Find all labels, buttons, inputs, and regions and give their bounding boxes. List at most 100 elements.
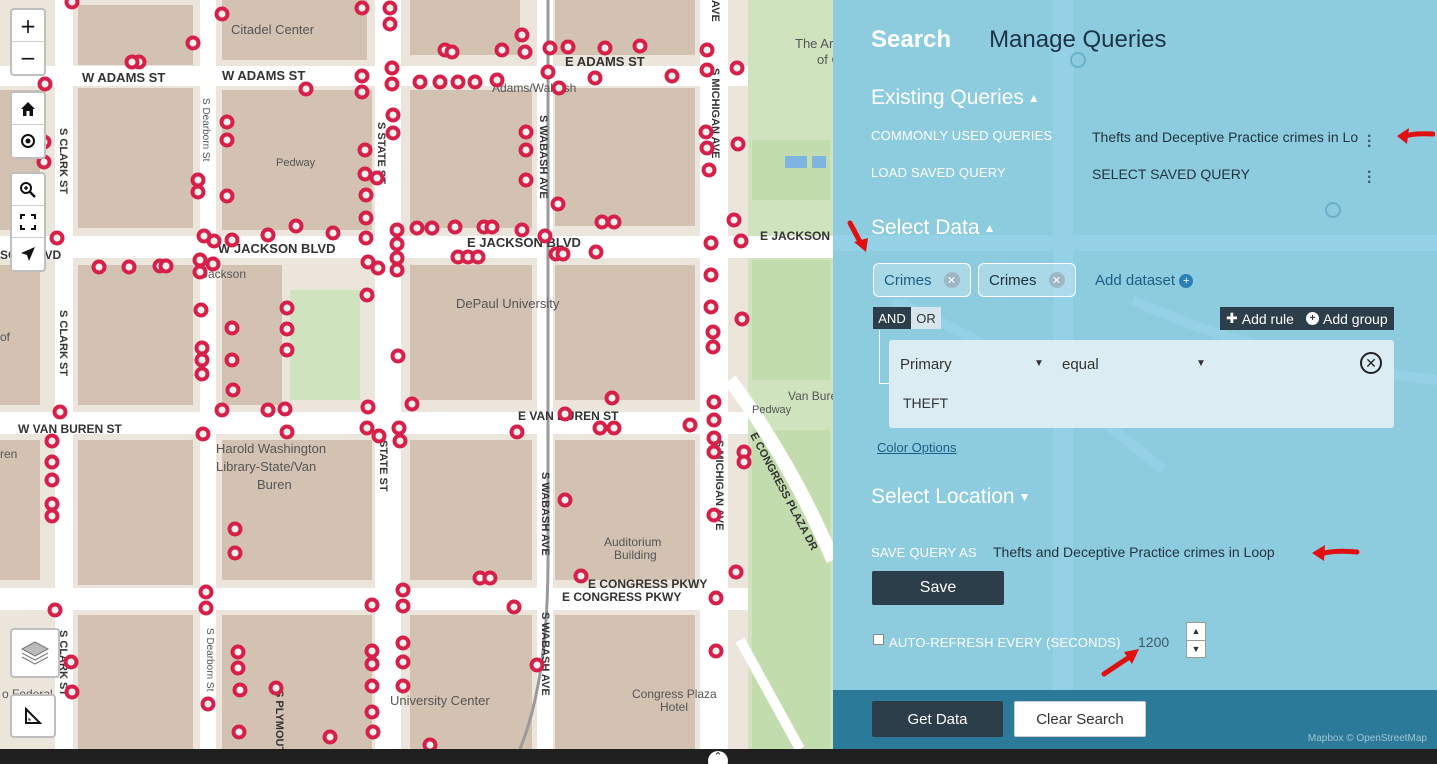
crime-marker[interactable] bbox=[365, 724, 381, 740]
crime-marker[interactable] bbox=[224, 232, 240, 248]
add-group-button[interactable]: + Add group bbox=[1300, 307, 1394, 330]
crime-marker[interactable] bbox=[470, 249, 486, 265]
crime-marker[interactable] bbox=[726, 212, 742, 228]
crime-marker[interactable] bbox=[390, 348, 406, 364]
crime-marker[interactable] bbox=[592, 420, 608, 436]
crime-marker[interactable] bbox=[550, 196, 566, 212]
auto-refresh-checkbox[interactable] bbox=[873, 634, 884, 645]
and-toggle[interactable]: AND bbox=[873, 307, 911, 329]
crime-marker[interactable] bbox=[91, 259, 107, 275]
crime-marker[interactable] bbox=[467, 74, 483, 90]
commonly-used-select[interactable]: Thefts and Deceptive Practice crimes in … bbox=[1092, 129, 1382, 145]
crime-marker[interactable] bbox=[44, 454, 60, 470]
crime-marker[interactable] bbox=[232, 682, 248, 698]
crime-marker[interactable] bbox=[360, 399, 376, 415]
crime-marker[interactable] bbox=[369, 170, 385, 186]
save-button[interactable]: Save bbox=[872, 571, 1004, 605]
crime-marker[interactable] bbox=[540, 64, 556, 80]
crime-marker[interactable] bbox=[389, 236, 405, 252]
crime-marker[interactable] bbox=[192, 252, 208, 268]
crime-marker[interactable] bbox=[594, 214, 610, 230]
crime-marker[interactable] bbox=[64, 0, 80, 10]
crime-marker[interactable] bbox=[489, 72, 505, 88]
crime-marker[interactable] bbox=[364, 704, 380, 720]
crime-marker[interactable] bbox=[44, 508, 60, 524]
crime-marker[interactable] bbox=[384, 60, 400, 76]
crime-marker[interactable] bbox=[354, 0, 370, 16]
crime-marker[interactable] bbox=[227, 521, 243, 537]
add-rule-button[interactable]: ✚ Add rule bbox=[1220, 307, 1300, 330]
rule-field-select[interactable]: Primary bbox=[900, 356, 952, 373]
crime-marker[interactable] bbox=[422, 737, 438, 750]
zoom-out-button[interactable]: − bbox=[12, 42, 44, 74]
crime-marker[interactable] bbox=[279, 321, 295, 337]
or-toggle[interactable]: OR bbox=[911, 307, 941, 329]
crime-marker[interactable] bbox=[706, 412, 722, 428]
crime-marker[interactable] bbox=[288, 218, 304, 234]
tab-manage-queries[interactable]: Manage Queries bbox=[989, 26, 1166, 54]
crime-marker[interactable] bbox=[555, 246, 571, 262]
crime-marker[interactable] bbox=[370, 260, 386, 276]
clear-search-button[interactable]: Clear Search bbox=[1014, 701, 1146, 737]
crime-marker[interactable] bbox=[701, 162, 717, 178]
crime-marker[interactable] bbox=[194, 366, 210, 382]
crime-marker[interactable] bbox=[192, 264, 208, 280]
crime-marker[interactable] bbox=[604, 390, 620, 406]
crime-marker[interactable] bbox=[587, 70, 603, 86]
crime-marker[interactable] bbox=[606, 420, 622, 436]
rule-value-input[interactable]: THEFT bbox=[903, 395, 948, 411]
crime-marker[interactable] bbox=[705, 324, 721, 340]
crime-marker[interactable] bbox=[225, 382, 241, 398]
crime-marker[interactable] bbox=[728, 564, 744, 580]
crime-marker[interactable] bbox=[395, 678, 411, 694]
crime-marker[interactable] bbox=[395, 654, 411, 670]
crime-marker[interactable] bbox=[385, 107, 401, 123]
expand-chevron-icon[interactable]: ⌃ bbox=[708, 751, 728, 764]
crime-marker[interactable] bbox=[325, 225, 341, 241]
crime-marker[interactable] bbox=[389, 250, 405, 266]
crime-marker[interactable] bbox=[506, 599, 522, 615]
crime-marker[interactable] bbox=[557, 406, 573, 422]
crime-marker[interactable] bbox=[205, 256, 221, 272]
crime-marker[interactable] bbox=[200, 696, 216, 712]
crime-marker[interactable] bbox=[518, 124, 534, 140]
crime-marker[interactable] bbox=[632, 38, 648, 54]
rule-operator-select[interactable]: equal bbox=[1062, 356, 1099, 373]
crime-marker[interactable] bbox=[699, 62, 715, 78]
crime-marker[interactable] bbox=[354, 84, 370, 100]
crime-marker[interactable] bbox=[551, 80, 567, 96]
crime-marker[interactable] bbox=[260, 402, 276, 418]
remove-dataset-icon[interactable]: ✕ bbox=[1048, 272, 1065, 288]
crime-marker[interactable] bbox=[395, 635, 411, 651]
zoom-in-button[interactable]: + bbox=[12, 10, 44, 42]
crime-marker[interactable] bbox=[573, 568, 589, 584]
home-button[interactable] bbox=[12, 93, 44, 125]
crime-marker[interactable] bbox=[190, 172, 206, 188]
crime-marker[interactable] bbox=[358, 210, 374, 226]
crime-marker[interactable] bbox=[733, 233, 749, 249]
crime-marker[interactable] bbox=[412, 74, 428, 90]
crime-marker[interactable] bbox=[606, 214, 622, 230]
auto-refresh-input[interactable]: 1200 bbox=[1138, 634, 1188, 650]
crime-marker[interactable] bbox=[364, 678, 380, 694]
crime-marker[interactable] bbox=[514, 27, 530, 43]
crime-marker[interactable] bbox=[198, 600, 214, 616]
crime-marker[interactable] bbox=[190, 184, 206, 200]
crime-marker[interactable] bbox=[395, 582, 411, 598]
crime-marker[interactable] bbox=[268, 680, 284, 696]
fullscreen-button[interactable] bbox=[12, 206, 44, 238]
add-dataset-link[interactable]: Add dataset + bbox=[1095, 272, 1194, 289]
crime-marker[interactable] bbox=[198, 584, 214, 600]
remove-rule-icon[interactable]: ✕ bbox=[1360, 352, 1382, 374]
existing-queries-header[interactable]: Existing Queries ▲ bbox=[871, 86, 1040, 110]
crime-marker[interactable] bbox=[529, 657, 545, 673]
crime-marker[interactable] bbox=[384, 76, 400, 92]
spinner-down-icon[interactable]: ▼ bbox=[1187, 641, 1205, 658]
crime-marker[interactable] bbox=[699, 140, 715, 156]
load-saved-select[interactable]: SELECT SAVED QUERY bbox=[1092, 166, 1342, 182]
kebab-icon[interactable]: · · · bbox=[1367, 129, 1372, 155]
crime-marker[interactable] bbox=[392, 433, 408, 449]
zoom-box-button[interactable] bbox=[12, 174, 44, 206]
crime-marker[interactable] bbox=[703, 235, 719, 251]
select-data-header[interactable]: Select Data ▲ bbox=[871, 216, 995, 240]
